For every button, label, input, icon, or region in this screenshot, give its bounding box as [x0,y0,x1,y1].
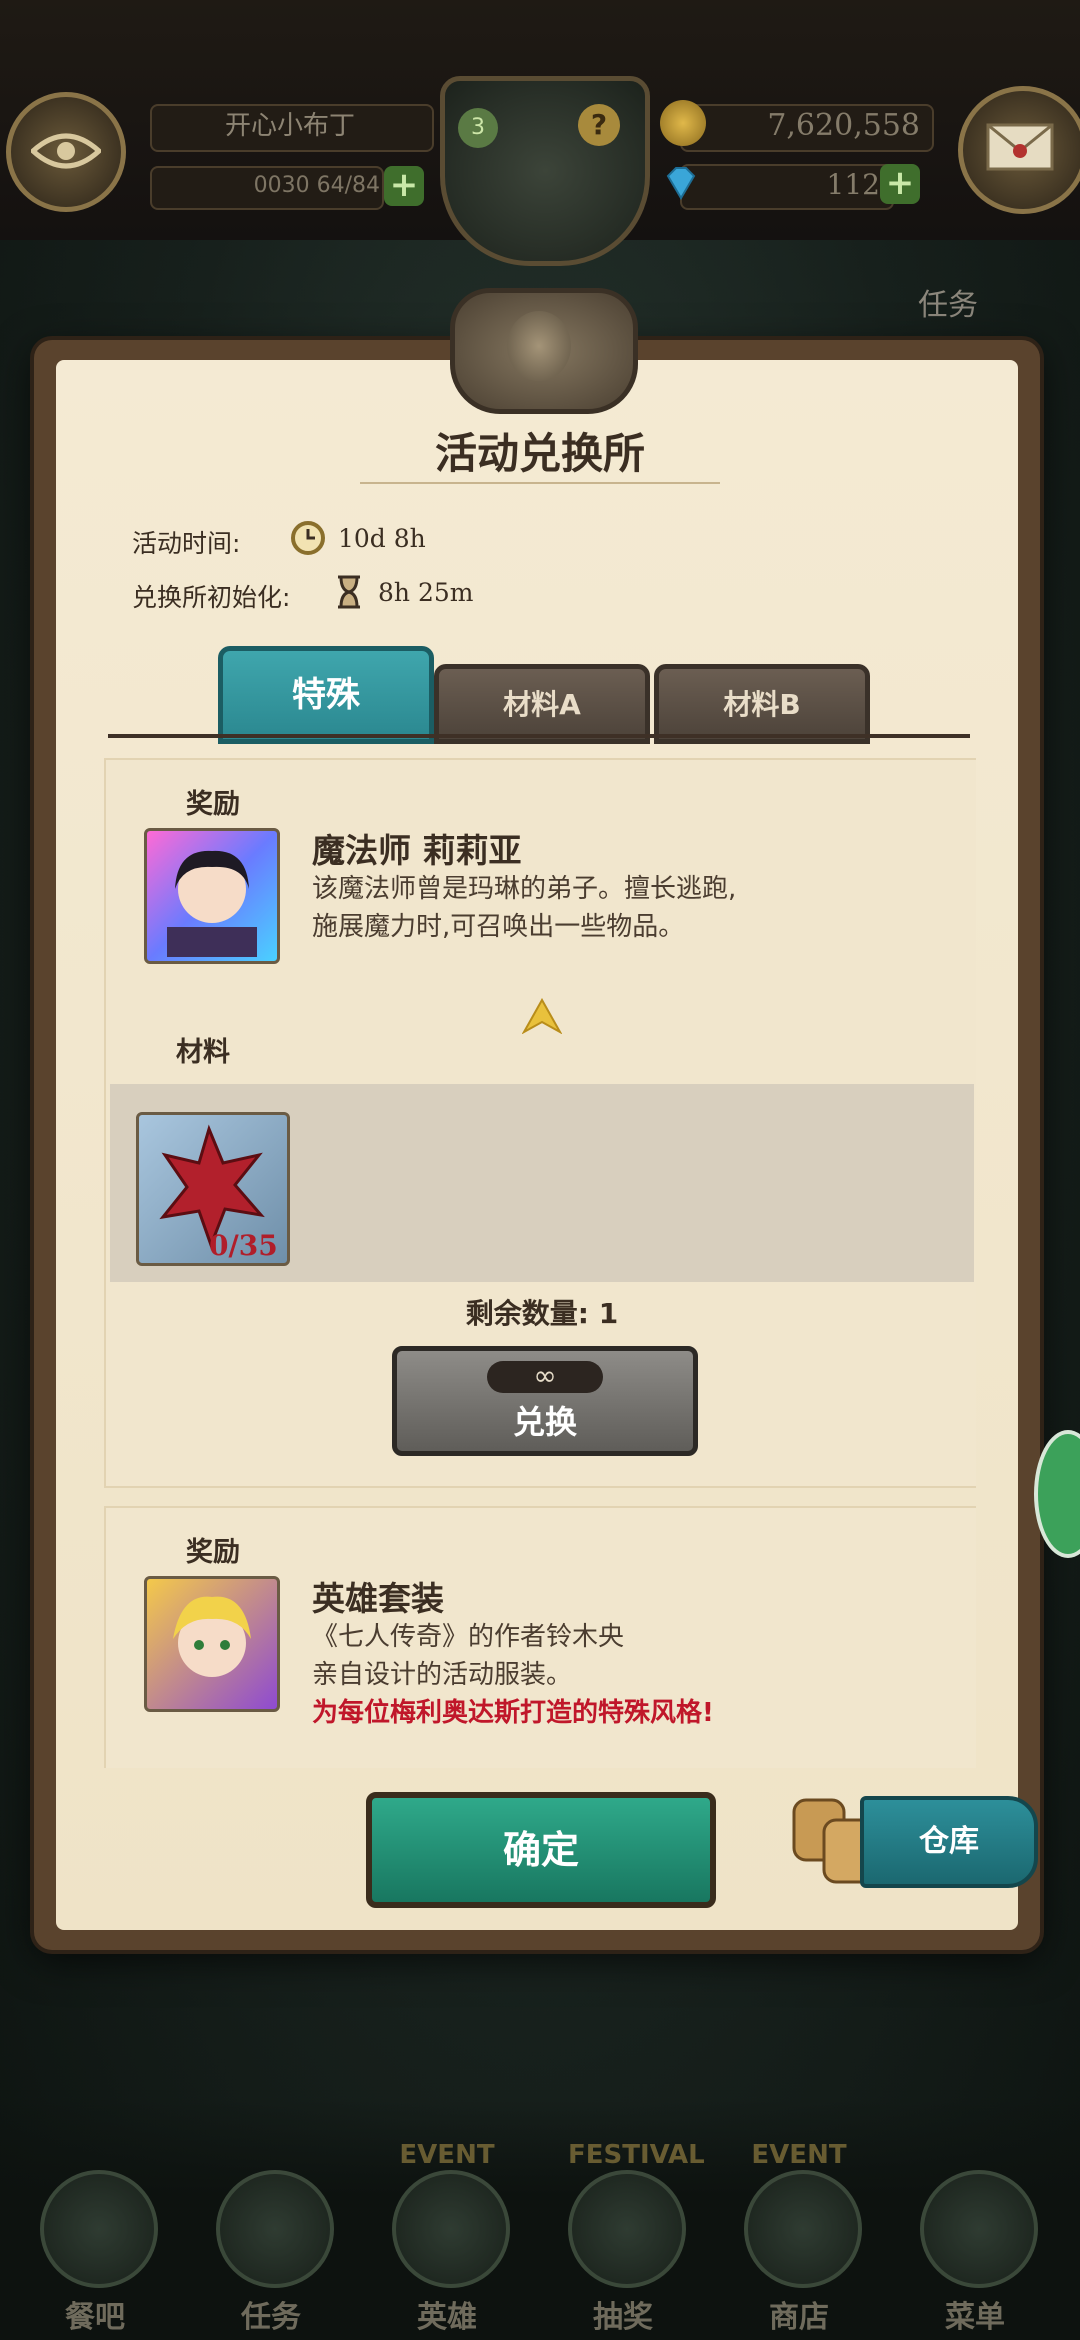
gold-value: 7,620,558 [767,108,920,143]
reward-label: 奖励 [186,789,240,820]
eye-icon [31,133,101,169]
reward-desc-line-3: 为每位梅利奥达斯打造的特殊风格! [312,1698,714,1728]
confirm-button[interactable]: 确定 [366,1792,716,1908]
exchange-item-card: 奖励 魔法师 莉莉亚 该魔法师曾是玛琳的弟子。擅长逃跑, 施展魔力时,可召唤出一… [104,758,976,1488]
title-divider [360,482,720,484]
nav-label: 菜单 [945,2300,1005,2335]
view-toggle-button[interactable] [6,92,126,212]
tab-underline [108,734,970,738]
chat-bubble-button[interactable] [1034,1430,1080,1558]
nav-label: 餐吧 [65,2300,125,2335]
player-name: 开心小布丁 [224,111,355,141]
hero-portrait-icon [173,1596,251,1677]
costume-thumbnail[interactable] [144,1576,280,1712]
reward-desc-line-1: 该魔法师曾是玛琳的弟子。擅长逃跑, [312,874,737,904]
tab-special[interactable]: 特殊 [218,646,434,744]
reset-label: 兑换所初始化: [132,583,291,612]
dialog-ornament-icon [450,288,638,414]
quest-shortcut-label[interactable]: 任务 [918,280,978,324]
nav-tavern[interactable]: 餐吧 [20,2140,170,2340]
event-time-value: 10d 8h [338,524,426,553]
shop-icon [744,2170,862,2288]
nav-quest[interactable]: 任务 [196,2140,346,2340]
stamina-value: 0030 64/84 [253,173,380,198]
reward-label: 奖励 [186,1537,240,1568]
material-count: 0/35 [209,1229,278,1262]
add-stamina-button[interactable]: + [384,166,424,206]
material-label: 材料 [176,1037,230,1068]
hero-portrait-icon [167,850,257,957]
clock-icon [291,521,325,555]
event-badge: EVENT [751,2140,847,2170]
mail-icon [986,123,1054,171]
exchange-item-card: 奖励 英雄套装 《七人传奇》的作者铃木央 亲自设计的活动服装。 为每位梅利奥达斯… [104,1506,976,1768]
gem-value: 112 [826,168,880,201]
tab-material-b[interactable]: 材料B [654,664,870,744]
reward-desc-line-1: 《七人传奇》的作者铃木央 [312,1622,625,1652]
nav-summon[interactable]: FESTIVAL 抽奖 [548,2140,705,2340]
nav-label: 商店 [769,2300,829,2335]
mail-button[interactable] [958,86,1080,214]
nav-shop[interactable]: EVENT 商店 [724,2140,874,2340]
exchange-list[interactable]: 奖励 魔法师 莉莉亚 该魔法师曾是玛琳的弟子。擅长逃跑, 施展魔力时,可召唤出一… [104,758,976,1768]
nav-label: 英雄 [417,2300,477,2335]
reward-name: 英雄套装 [312,1579,444,1618]
remaining-quantity: 剩余数量: 1 [465,1297,619,1330]
event-badge: EVENT [399,2140,495,2170]
arrow-up-icon [522,998,562,1034]
reward-name: 魔法师 莉莉亚 [312,831,522,870]
profile-crest[interactable] [440,76,650,266]
nav-label: 抽奖 [593,2300,653,2335]
hourglass-icon [338,575,360,609]
gear-icon [920,2170,1038,2288]
exchange-button[interactable]: ∞ 兑换 [392,1346,698,1456]
nav-menu[interactable]: 菜单 [900,2140,1050,2340]
storage-button[interactable]: 仓库 [860,1796,1038,1888]
reward-desc-line-2: 施展魔力时,可召唤出一些物品。 [312,912,685,942]
nav-label: 任务 [241,2300,301,2335]
reset-value: 8h 25m [378,578,474,607]
hero-thumbnail[interactable] [144,828,280,964]
reward-desc-line-2: 亲自设计的活动服装。 [312,1660,573,1690]
tab-material-a[interactable]: 材料A [434,664,650,744]
add-gems-button[interactable]: + [880,164,920,204]
help-icon[interactable]: ? [578,104,620,146]
scroll-icon [216,2170,334,2288]
helmet-icon [392,2170,510,2288]
festival-badge: FESTIVAL [568,2140,705,2170]
tavern-icon [40,2170,158,2288]
exchange-limit: ∞ [487,1361,603,1393]
dialog-title: 活动兑换所 [434,429,645,478]
level-badge: 3 [458,108,498,148]
nav-heroes[interactable]: EVENT 英雄 [372,2140,522,2340]
exchange-button-label: 兑换 [512,1403,577,1441]
material-thumbnail[interactable]: 0/35 [136,1112,290,1266]
event-time-label: 活动时间: [132,529,241,558]
crystal-icon [568,2170,686,2288]
